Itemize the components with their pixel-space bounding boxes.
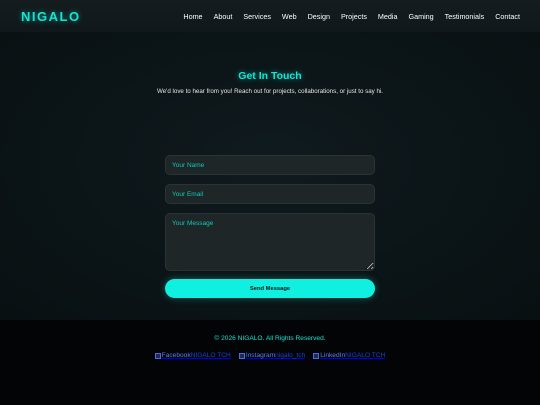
contact-title: Get In Touch <box>238 70 302 82</box>
facebook-icon <box>154 352 161 359</box>
instagram-handle: nigalo_tch <box>275 352 306 359</box>
linkedin-handle: NIGALO TCH <box>345 352 386 359</box>
instagram-alt-text: Instagram <box>245 352 276 359</box>
nav-about-link[interactable]: About <box>214 12 233 21</box>
contact-section: Get In Touch We'd love to hear from you!… <box>0 32 540 320</box>
navbar: NIGALO Home About Services Web Design Pr… <box>0 0 540 32</box>
main-nav: Home About Services Web Design Projects … <box>172 12 520 21</box>
name-input[interactable] <box>165 155 375 175</box>
nav-contact-link[interactable]: Contact <box>495 12 520 21</box>
send-message-button[interactable]: Send Message <box>165 279 375 298</box>
nav-projects-link[interactable]: Projects <box>341 12 367 21</box>
facebook-link[interactable]: Facebook NIGALO TCH <box>154 352 231 359</box>
site-logo[interactable]: NIGALO <box>21 9 81 24</box>
message-textarea[interactable] <box>165 213 375 271</box>
nav-web-link[interactable]: Web <box>282 12 297 21</box>
contact-subtitle: We'd love to hear from you! Reach out fo… <box>157 88 383 95</box>
copyright-text: © 2026 NIGALO. All Rights Reserved. <box>214 335 326 342</box>
email-input[interactable] <box>165 184 375 204</box>
nav-services-link[interactable]: Services <box>243 12 271 21</box>
linkedin-alt-text: LinkedIn <box>320 352 346 359</box>
facebook-alt-text: Facebook <box>161 352 191 359</box>
nav-design-link[interactable]: Design <box>308 12 330 21</box>
linkedin-link[interactable]: LinkedIn NIGALO TCH <box>313 352 385 359</box>
instagram-icon <box>238 352 245 359</box>
social-links: Facebook NIGALO TCH Instagram nigalo_tch… <box>0 352 540 359</box>
linkedin-icon <box>313 352 320 359</box>
instagram-link[interactable]: Instagram nigalo_tch <box>238 352 306 359</box>
nav-testimonials-link[interactable]: Testimonials <box>445 12 485 21</box>
nav-gaming-link[interactable]: Gaming <box>409 12 434 21</box>
footer: © 2026 NIGALO. All Rights Reserved. Face… <box>0 320 540 405</box>
nav-home-link[interactable]: Home <box>183 12 202 21</box>
nav-media-link[interactable]: Media <box>378 12 398 21</box>
facebook-handle: NIGALO TCH <box>190 352 231 359</box>
